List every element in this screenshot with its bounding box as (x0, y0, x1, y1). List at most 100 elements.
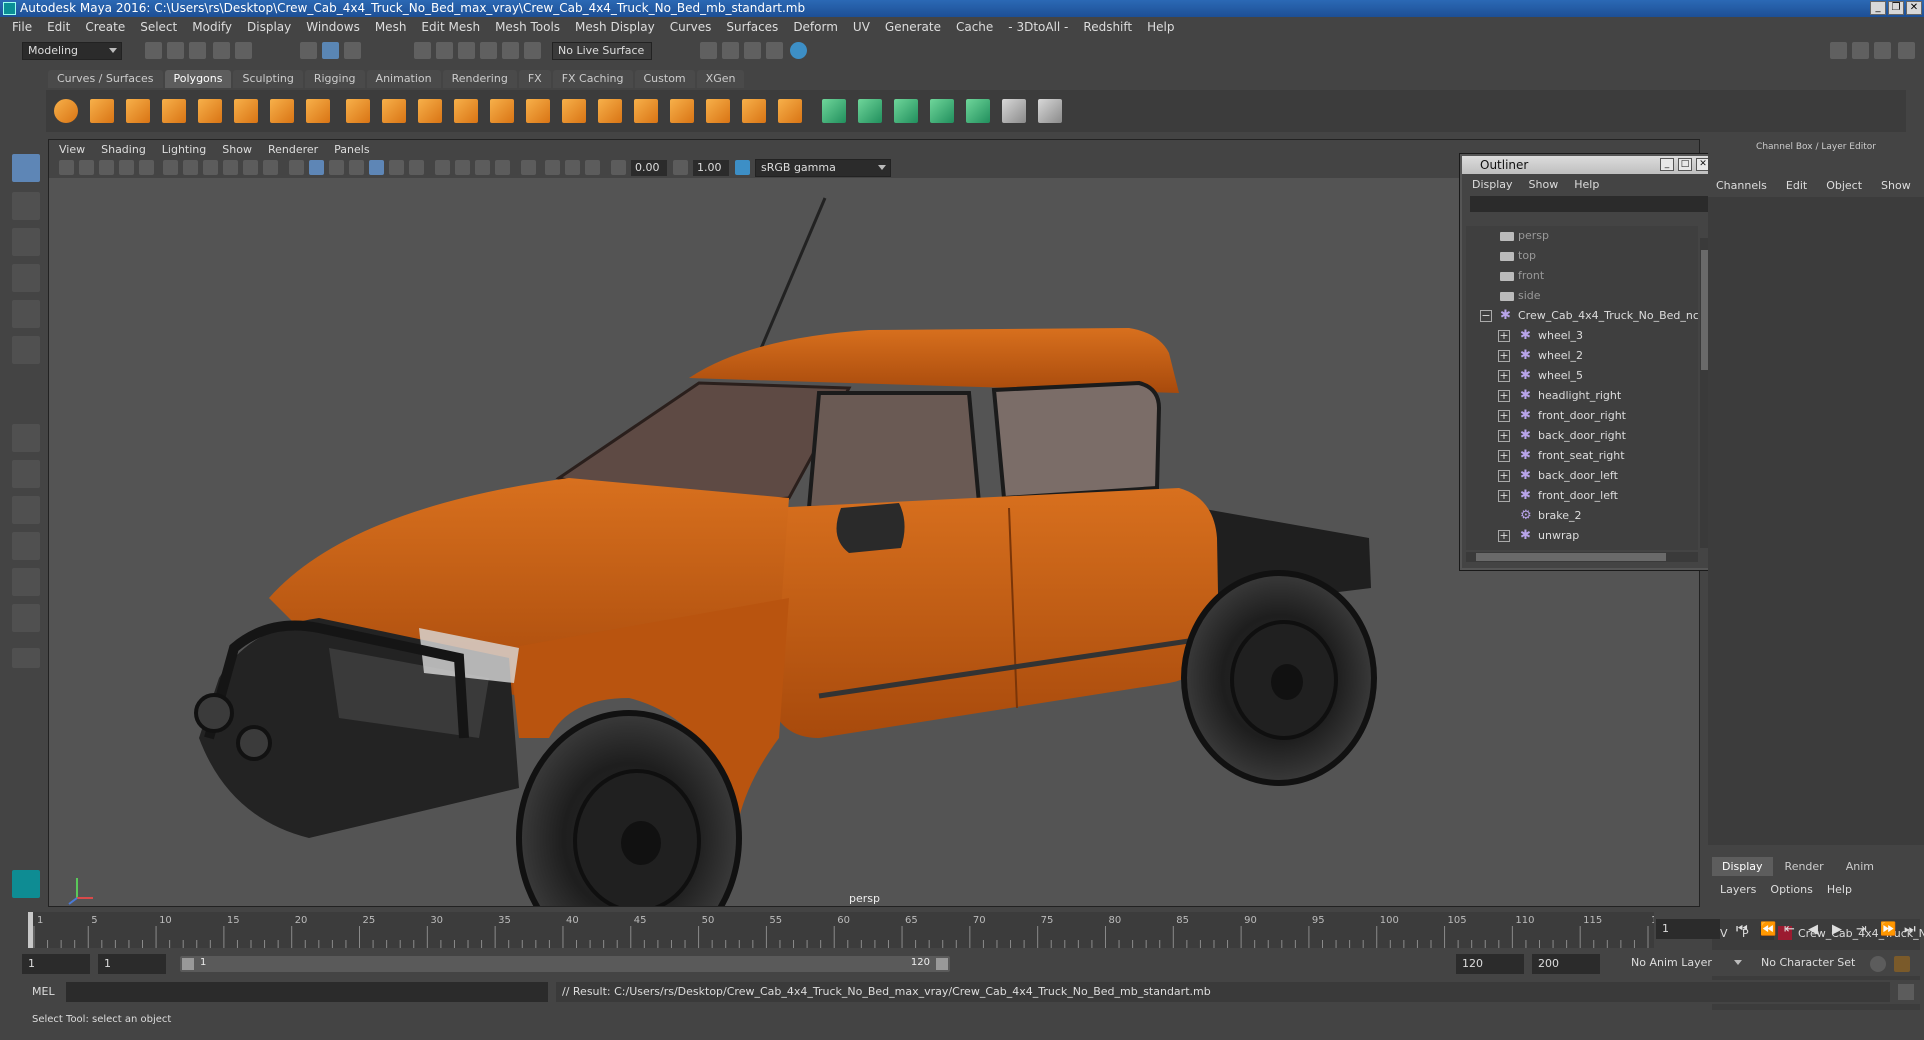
menu-file[interactable]: File (12, 20, 32, 34)
gamma-icon[interactable] (673, 160, 688, 175)
render-view-icon[interactable] (700, 42, 717, 59)
film-gate-icon[interactable] (163, 160, 178, 175)
channel-box-icon[interactable] (1898, 42, 1915, 59)
undo-icon[interactable] (213, 42, 230, 59)
cb-menu-object[interactable]: Object (1826, 179, 1862, 192)
step-back-key-icon[interactable]: ⏪ (1760, 922, 1776, 937)
shelf-tab-fx[interactable]: FX (518, 70, 551, 88)
minimize-button[interactable]: _ (1870, 1, 1886, 15)
cb-menu-show[interactable]: Show (1881, 179, 1911, 192)
grid-toggle-icon[interactable] (139, 160, 154, 175)
playback-start-field[interactable]: 1 (98, 954, 166, 974)
layout-outliner-icon[interactable] (12, 568, 40, 596)
go-to-end-icon[interactable]: ⏭ (1904, 922, 1916, 937)
poly-sphere-icon[interactable] (54, 99, 78, 123)
current-frame-field[interactable]: 1 (1656, 919, 1720, 939)
layout-four-icon[interactable] (12, 460, 40, 488)
end-time-field[interactable]: 200 (1532, 954, 1600, 974)
layer-menu-layers[interactable]: Layers (1720, 883, 1756, 896)
attribute-editor-icon[interactable] (1852, 42, 1869, 59)
bookmark-icon[interactable] (99, 160, 114, 175)
menu-select[interactable]: Select (140, 20, 177, 34)
render-frame-icon[interactable] (722, 42, 739, 59)
extract-icon[interactable] (418, 99, 442, 123)
select-by-object-icon[interactable] (322, 42, 339, 59)
poly-torus-icon[interactable] (234, 99, 258, 123)
menu-mesh-tools[interactable]: Mesh Tools (495, 20, 560, 34)
multi-cut-icon[interactable] (742, 99, 766, 123)
shadows-icon[interactable] (409, 160, 424, 175)
animation-preferences-icon[interactable] (1894, 956, 1910, 972)
outliner-item-wheel-2[interactable]: + ✱ wheel_2 (1466, 346, 1698, 366)
cmd-input[interactable] (66, 982, 548, 1002)
step-back-frame-icon[interactable]: ⇤ (1784, 922, 1795, 937)
outliner-item-front[interactable]: front (1466, 266, 1698, 286)
wireframe-on-shaded-icon[interactable] (349, 160, 364, 175)
target-weld-icon[interactable] (778, 99, 802, 123)
menu-generate[interactable]: Generate (885, 20, 941, 34)
xray-joints-icon[interactable] (565, 160, 580, 175)
unfold-icon[interactable] (1038, 99, 1062, 123)
menu-curves[interactable]: Curves (670, 20, 712, 34)
expand-icon[interactable]: + (1498, 390, 1510, 402)
shelf-tab-polygons[interactable]: Polygons (164, 70, 232, 88)
menu-edit[interactable]: Edit (47, 20, 70, 34)
layout-graph-icon[interactable] (12, 604, 40, 632)
outliner-item-headlight-right[interactable]: + ✱ headlight_right (1466, 386, 1698, 406)
expand-icon[interactable]: + (1498, 410, 1510, 422)
range-slider[interactable]: 1 120 (180, 956, 950, 972)
snap-surface-icon[interactable] (502, 42, 519, 59)
shelf-tab-custom[interactable]: Custom (634, 70, 695, 88)
uv-cylindrical-icon[interactable] (858, 99, 882, 123)
expand-icon[interactable]: + (1498, 450, 1510, 462)
cb-menu-channels[interactable]: Channels (1716, 179, 1767, 192)
scale-tool-icon[interactable] (12, 336, 40, 364)
menu-edit-mesh[interactable]: Edit Mesh (421, 20, 480, 34)
layout-side-icon[interactable] (12, 496, 40, 524)
shelf-tab-rendering[interactable]: Rendering (442, 70, 517, 88)
step-forward-key-icon[interactable]: ⏩ (1880, 922, 1896, 937)
gamma-field[interactable]: 1.00 (693, 160, 729, 176)
ipr-render-icon[interactable] (744, 42, 761, 59)
mirror-icon[interactable] (526, 99, 550, 123)
vp-menu-lighting[interactable]: Lighting (162, 143, 206, 156)
exposure-field[interactable]: 0.00 (631, 160, 667, 176)
vp-menu-panels[interactable]: Panels (334, 143, 369, 156)
xray-icon[interactable] (545, 160, 560, 175)
snap-point-icon[interactable] (458, 42, 475, 59)
redo-icon[interactable] (235, 42, 252, 59)
save-scene-icon[interactable] (189, 42, 206, 59)
expand-icon[interactable]: + (1498, 490, 1510, 502)
layer-menu-help[interactable]: Help (1827, 883, 1852, 896)
select-by-hierarchy-icon[interactable] (300, 42, 317, 59)
uv-editor-icon[interactable] (966, 99, 990, 123)
live-surface-field[interactable]: No Live Surface (552, 42, 652, 60)
expand-icon[interactable]: + (1498, 470, 1510, 482)
poly-cube-icon[interactable] (90, 99, 114, 123)
outliner-horizontal-scrollbar[interactable] (1466, 552, 1698, 562)
script-editor-icon[interactable] (1898, 984, 1914, 1000)
poly-plane-icon[interactable] (198, 99, 222, 123)
bridge-icon[interactable] (598, 99, 622, 123)
play-backwards-icon[interactable]: ◀ (1808, 922, 1818, 937)
viewport-panel[interactable]: View Shading Lighting Show Renderer Pane… (48, 139, 1700, 907)
uv-spherical-icon[interactable] (894, 99, 918, 123)
menu-deform[interactable]: Deform (793, 20, 838, 34)
outliner-menu-help[interactable]: Help (1574, 178, 1599, 191)
shelf-tab-fx-caching[interactable]: FX Caching (552, 70, 633, 88)
open-scene-icon[interactable] (167, 42, 184, 59)
layout-more-icon[interactable] (12, 648, 40, 668)
isolate-select-icon[interactable] (521, 160, 536, 175)
anim-layer-dropdown[interactable]: No Anim Layer (1626, 955, 1746, 973)
shelf-tab-sculpting[interactable]: Sculpting (233, 70, 303, 88)
safe-title-icon[interactable] (263, 160, 278, 175)
expand-icon[interactable]: + (1498, 430, 1510, 442)
outliner-item-back-door-right[interactable]: + ✱ back_door_right (1466, 426, 1698, 446)
menu-modify[interactable]: Modify (192, 20, 232, 34)
play-forwards-icon[interactable]: ▶ (1832, 922, 1842, 937)
xray-components-icon[interactable] (585, 160, 600, 175)
outliner-item-front-seat-right[interactable]: + ✱ front_seat_right (1466, 446, 1698, 466)
uv-automatic-icon[interactable] (930, 99, 954, 123)
uv-planar-icon[interactable] (822, 99, 846, 123)
collapse-icon[interactable]: − (1480, 310, 1492, 322)
